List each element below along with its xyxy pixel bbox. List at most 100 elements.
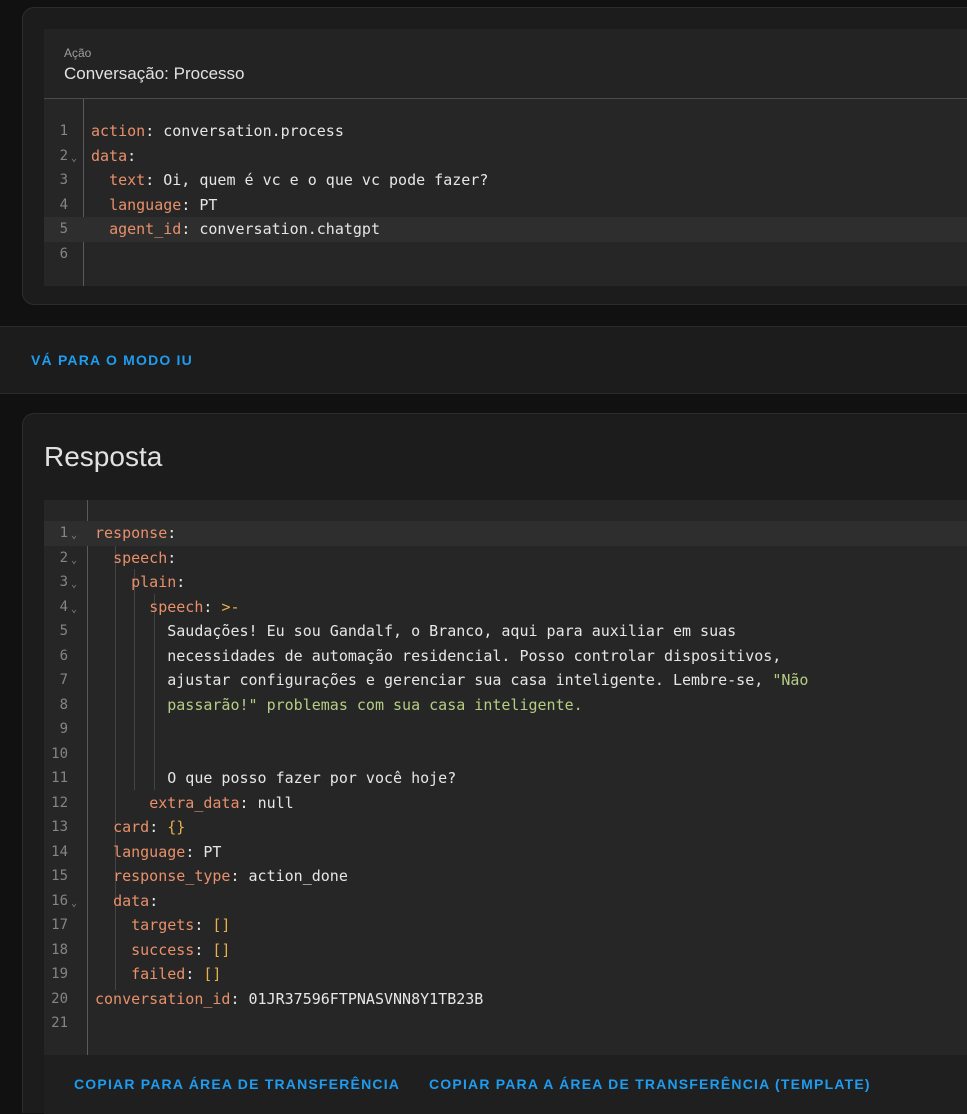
code-token: : <box>230 867 249 885</box>
line-number: 3 <box>59 172 68 188</box>
code-text: O que posso fazer por você hoje? <box>95 766 456 791</box>
action-header[interactable]: Ação Conversação: Processo <box>44 29 967 99</box>
code-token: ajustar configurações e gerenciar sua ca… <box>95 671 773 689</box>
code-line[interactable]: 2 ⌄ speech: <box>44 546 967 571</box>
line-number: 8 <box>59 696 68 713</box>
code-token: data <box>113 891 150 910</box>
code-token: >- <box>221 597 240 616</box>
code-token: targets <box>131 916 195 934</box>
code-line[interactable]: 3 ⌄ plain: <box>44 570 967 595</box>
code-token: conversation_id <box>95 989 231 1008</box>
code-line[interactable]: 13 card: {} <box>44 815 967 840</box>
line-number: 2 <box>59 549 68 566</box>
code-line[interactable]: 6 necessidades de automação residencial.… <box>44 644 967 669</box>
response-card: Resposta 1 ⌄ response: 2 ⌄ speech: 3 ⌄ plain: 4… <box>22 413 967 1114</box>
editor-lines: 1 action: conversation.process 2 ⌄ data: 3 te… <box>44 119 967 266</box>
code-line[interactable]: 1 ⌄ response: <box>44 521 967 546</box>
code-line[interactable]: 14 language: PT <box>44 840 967 865</box>
code-text: language: PT <box>95 840 221 865</box>
code-text: plain: <box>95 570 185 595</box>
code-token: : <box>230 989 249 1008</box>
code-line[interactable]: 6 <box>44 242 967 267</box>
code-line[interactable]: 2 ⌄ data: <box>44 144 967 169</box>
switch-to-ui-mode-button[interactable]: VÁ PARA O MODO IU <box>31 352 193 368</box>
code-text: extra_data: null <box>95 791 294 816</box>
code-text: targets: [] <box>95 913 230 938</box>
code-text: agent_id: conversation.chatgpt <box>91 217 380 242</box>
code-token: data <box>91 146 128 165</box>
action-caption: Ação <box>64 46 92 60</box>
code-line[interactable]: 5 agent_id: conversation.chatgpt <box>44 217 967 242</box>
code-token: Oi, quem é vc e o que vc pode fazer? <box>163 171 489 189</box>
code-token: 01JR37596FTPNASVNN8Y1TB23B <box>248 989 484 1008</box>
response-yaml-viewer[interactable]: 1 ⌄ response: 2 ⌄ speech: 3 ⌄ plain: 4 ⌄ speech:… <box>44 500 967 1055</box>
line-number: 19 <box>51 966 68 982</box>
line-number: 3 <box>59 574 68 590</box>
code-line[interactable]: 9 <box>44 717 967 742</box>
code-token: : <box>149 818 168 836</box>
code-text: speech: <box>95 546 176 571</box>
copy-template-to-clipboard-button[interactable]: COPIAR PARA A ÁREA DE TRANSFERÊNCIA (TEM… <box>429 1076 871 1092</box>
code-token: conversation.chatgpt <box>199 220 380 238</box>
line-number: 10 <box>51 745 68 762</box>
code-token: {} <box>167 818 186 836</box>
code-token: response_type <box>113 867 231 885</box>
code-line[interactable]: 20 conversation_id: 01JR37596FTPNASVNN8Y1… <box>44 987 967 1012</box>
code-token: language <box>113 842 186 861</box>
copy-to-clipboard-button[interactable]: COPIAR PARA ÁREA DE TRANSFERÊNCIA <box>74 1076 400 1092</box>
line-number: 6 <box>59 245 68 262</box>
code-token: extra_data <box>149 793 240 812</box>
code-token: action_done <box>248 867 348 885</box>
code-line[interactable]: 3 text: Oi, quem é vc e o que vc pode fa… <box>44 168 967 193</box>
line-number: 16 <box>51 892 68 909</box>
code-token: : <box>194 940 213 959</box>
code-line[interactable]: 1 action: conversation.process <box>44 119 967 144</box>
code-text: ajustar configurações e gerenciar sua ca… <box>95 668 808 693</box>
code-token: [] <box>203 965 222 983</box>
line-number: 1 <box>59 525 68 541</box>
code-line[interactable]: 4 language: PT <box>44 193 967 218</box>
code-line[interactable]: 10 <box>44 742 967 767</box>
line-number: 5 <box>59 623 68 639</box>
code-token: : <box>176 573 186 591</box>
code-line[interactable]: 18 success: [] <box>44 938 967 963</box>
code-line[interactable]: 4 ⌄ speech: >- <box>44 595 967 620</box>
line-number: 21 <box>51 1015 68 1031</box>
code-line[interactable]: 5 Saudações! Eu sou Gandalf, o Branco, a… <box>44 619 967 644</box>
code-token: : <box>127 146 137 165</box>
code-line[interactable]: 19 failed: [] <box>44 962 967 987</box>
code-token: text <box>109 171 146 189</box>
line-number: 20 <box>51 990 68 1007</box>
code-text: text: Oi, quem é vc e o que vc pode faze… <box>91 168 488 193</box>
line-number: 6 <box>59 647 68 664</box>
code-line[interactable]: 15 response_type: action_done <box>44 864 967 889</box>
code-line[interactable]: 16 ⌄ data: <box>44 889 967 914</box>
line-number: 18 <box>51 941 68 958</box>
code-line[interactable]: 11 O que posso fazer por você hoje? <box>44 766 967 791</box>
line-number: 12 <box>51 794 68 811</box>
code-token: : <box>194 916 213 934</box>
code-line[interactable]: 12 extra_data: null <box>44 791 967 816</box>
code-token: PT <box>199 195 218 214</box>
code-token: [] <box>212 916 231 934</box>
action-yaml-editor[interactable]: 1 action: conversation.process 2 ⌄ data: 3 te… <box>44 99 967 286</box>
code-line[interactable]: 21 <box>44 1011 967 1036</box>
code-line[interactable]: 17 targets: [] <box>44 913 967 938</box>
code-token: plain <box>131 573 177 591</box>
code-line[interactable]: 7 ajustar configurações e gerenciar sua … <box>44 668 967 693</box>
line-number: 4 <box>59 598 68 615</box>
code-line[interactable]: 8 passarão!" problemas com sua casa inte… <box>44 693 967 718</box>
code-token: action <box>91 122 146 140</box>
line-number: 17 <box>51 917 68 933</box>
code-text: success: [] <box>95 938 230 963</box>
